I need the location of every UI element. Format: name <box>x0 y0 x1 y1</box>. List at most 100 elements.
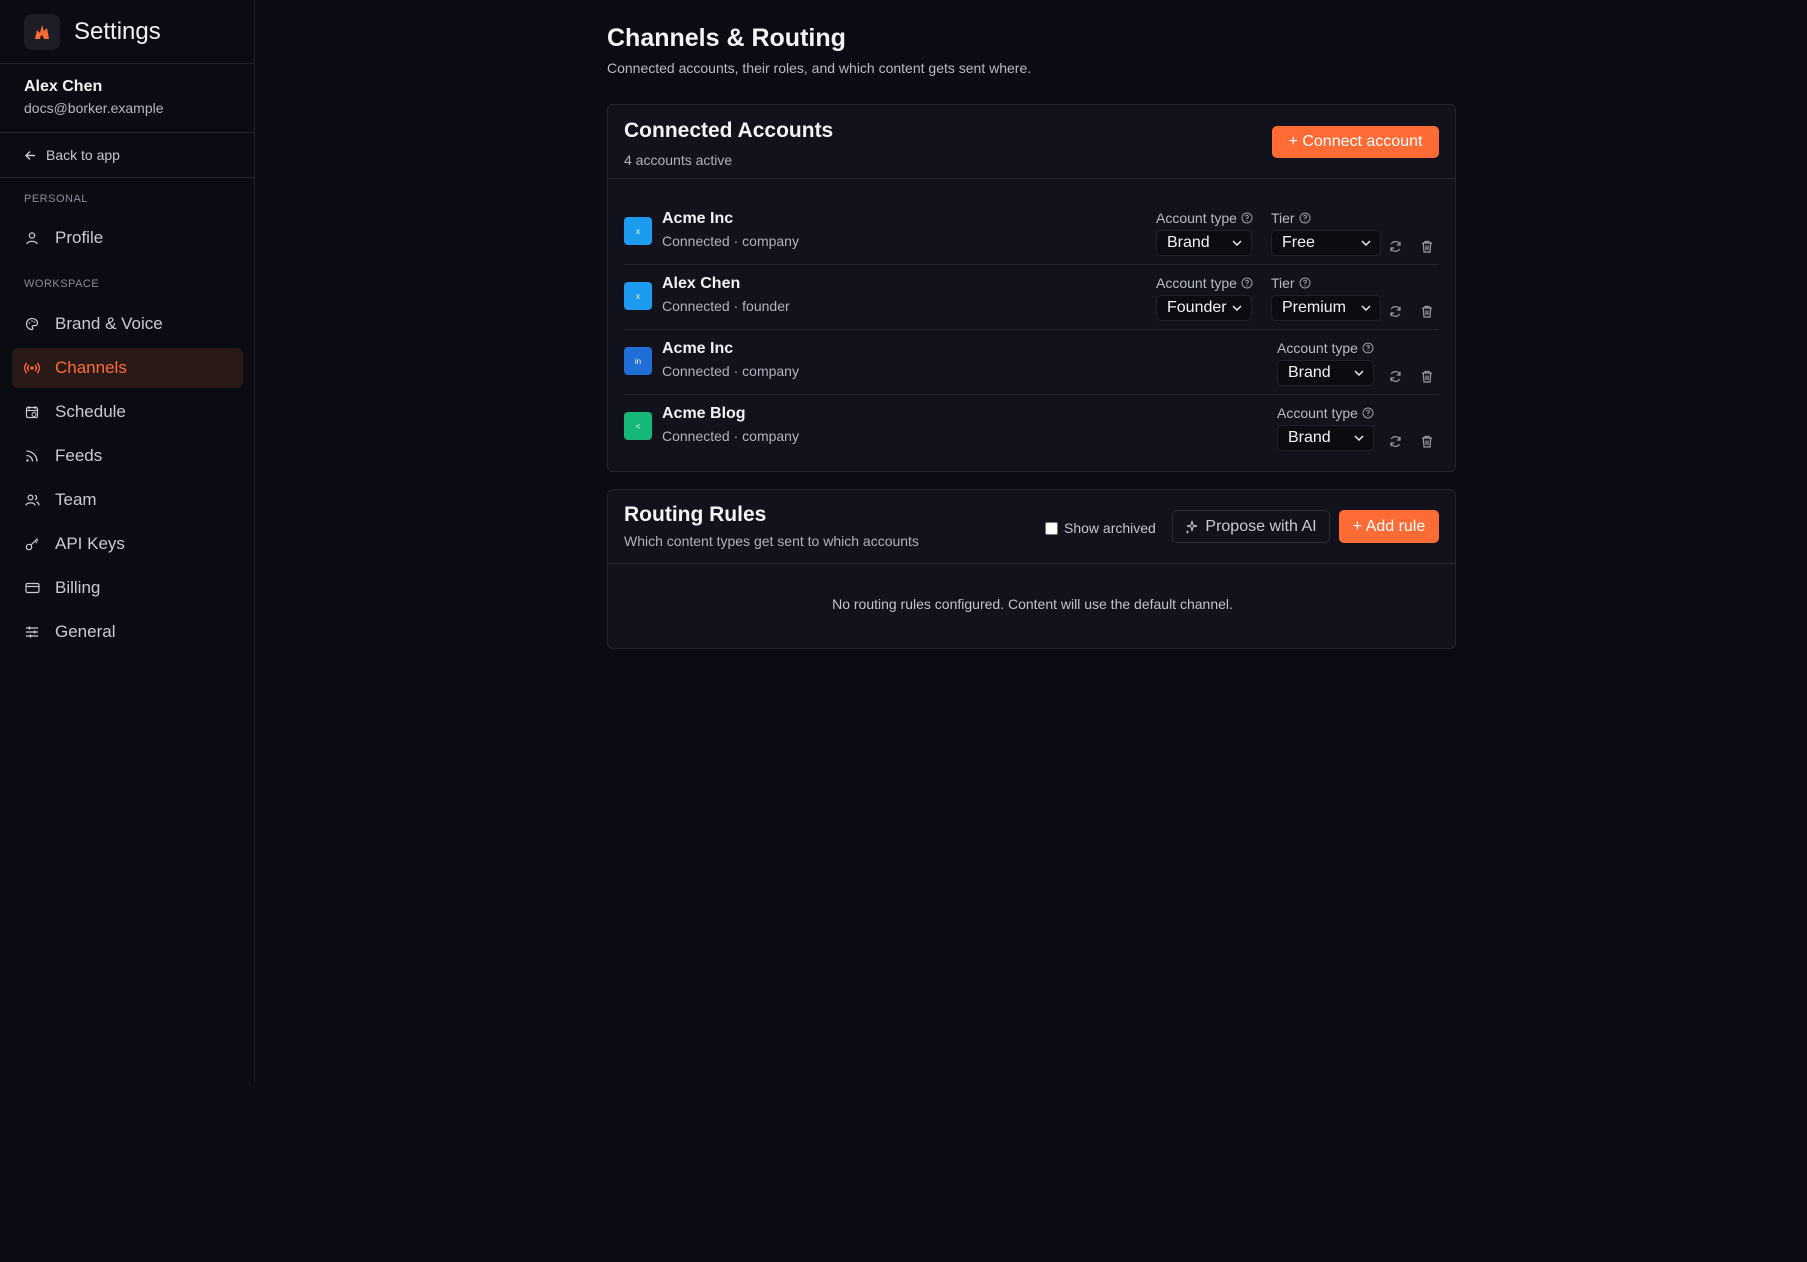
sidebar-item-feeds[interactable]: Feeds <box>12 436 243 476</box>
page-title: Channels & Routing <box>607 24 846 52</box>
chevron-down-icon <box>1354 435 1364 441</box>
user-name: Alex Chen <box>24 78 103 95</box>
account-status: Connected · company <box>662 428 799 444</box>
sliders-icon <box>24 624 40 640</box>
user-icon <box>24 230 40 246</box>
page-subtitle: Connected accounts, their roles, and whi… <box>607 60 1032 76</box>
account-type-label: Account type <box>1277 340 1374 356</box>
account-type-select[interactable]: Founder <box>1156 295 1252 321</box>
palette-icon <box>24 316 40 332</box>
user-info: Alex Chen docs@borker.example <box>0 64 254 133</box>
sidebar-item-billing[interactable]: Billing <box>12 568 243 608</box>
tier-label-text: Tier <box>1271 275 1295 291</box>
tier-value: Free <box>1282 234 1315 251</box>
sidebar-item-api-keys[interactable]: API Keys <box>12 524 243 564</box>
connected-accounts-title: Connected Accounts <box>624 119 834 142</box>
back-to-app-link[interactable]: Back to app <box>0 133 254 178</box>
account-name: Acme Inc <box>662 340 734 357</box>
trash-icon[interactable] <box>1419 368 1435 384</box>
sidebar-item-label: Brand & Voice <box>55 314 163 333</box>
trash-icon[interactable] <box>1419 433 1435 449</box>
tier-label: Tier <box>1271 210 1311 226</box>
credit-card-icon <box>24 580 40 596</box>
calendar-clock-icon <box>24 404 40 420</box>
account-type-label: Account type <box>1277 405 1374 421</box>
account-type-label-text: Account type <box>1277 340 1358 356</box>
arrow-left-icon <box>25 150 35 160</box>
routing-rules-header: Routing Rules Which content types get se… <box>608 490 1455 564</box>
account-type-label: Account type <box>1156 210 1253 226</box>
sidebar-item-profile[interactable]: Profile <box>12 218 243 258</box>
routing-rules-card: Routing Rules Which content types get se… <box>607 489 1456 649</box>
section-workspace-label: WORKSPACE <box>24 278 100 290</box>
tier-value: Premium <box>1282 299 1347 316</box>
x-icon: x <box>624 217 652 245</box>
account-row: in Acme Inc Connected · company Account … <box>624 330 1439 395</box>
propose-with-ai-button[interactable]: Propose with AI <box>1172 510 1330 543</box>
connect-account-button[interactable]: + Connect account <box>1272 126 1439 158</box>
help-circle-icon[interactable] <box>1299 277 1311 289</box>
tier-label-text: Tier <box>1271 210 1295 226</box>
connected-accounts-count: 4 accounts active <box>624 152 733 168</box>
account-name: Acme Inc <box>662 210 734 227</box>
show-archived-label: Show archived <box>1064 520 1156 536</box>
sidebar-item-label: Profile <box>55 228 104 247</box>
refresh-icon[interactable] <box>1387 368 1403 384</box>
sidebar-item-label: Team <box>55 490 97 509</box>
sparkles-icon <box>1185 520 1198 534</box>
x-icon: x <box>624 282 652 310</box>
sidebar-item-channels[interactable]: Channels <box>12 348 243 388</box>
refresh-icon[interactable] <box>1387 303 1403 319</box>
account-type-value: Brand <box>1167 234 1210 251</box>
show-archived-checkbox[interactable] <box>1045 521 1058 535</box>
show-archived-toggle[interactable]: Show archived <box>1045 520 1156 536</box>
account-type-label-text: Account type <box>1156 275 1237 291</box>
users-icon <box>24 492 40 508</box>
tier-select[interactable]: Free <box>1271 230 1381 256</box>
account-status: Connected · company <box>662 233 799 249</box>
account-type-value: Brand <box>1288 429 1331 446</box>
account-type-label: Account type <box>1156 275 1253 291</box>
account-type-select[interactable]: Brand <box>1156 230 1252 256</box>
back-to-app-label: Back to app <box>46 147 120 163</box>
sidebar-item-schedule[interactable]: Schedule <box>12 392 243 432</box>
account-status: Connected · founder <box>662 298 790 314</box>
account-type-label-text: Account type <box>1277 405 1358 421</box>
add-rule-button[interactable]: + Add rule <box>1339 510 1439 543</box>
help-circle-icon[interactable] <box>1362 407 1374 419</box>
sidebar-item-brand-voice[interactable]: Brand & Voice <box>12 304 243 344</box>
user-email: docs@borker.example <box>24 100 164 116</box>
refresh-icon[interactable] <box>1387 238 1403 254</box>
chevron-down-icon <box>1232 305 1242 311</box>
tier-select[interactable]: Premium <box>1271 295 1381 321</box>
sidebar-item-team[interactable]: Team <box>12 480 243 520</box>
chevron-down-icon <box>1361 240 1371 246</box>
sidebar-item-general[interactable]: General <box>12 612 243 652</box>
account-row: < Acme Blog Connected · company Account … <box>624 395 1439 460</box>
help-circle-icon[interactable] <box>1299 212 1311 224</box>
sidebar-item-label: Schedule <box>55 402 126 421</box>
trash-icon[interactable] <box>1419 303 1435 319</box>
account-type-select[interactable]: Brand <box>1277 425 1374 451</box>
help-circle-icon[interactable] <box>1362 342 1374 354</box>
refresh-icon[interactable] <box>1387 433 1403 449</box>
broadcast-icon <box>24 360 40 376</box>
key-icon <box>24 536 40 552</box>
blog-icon: < <box>624 412 652 440</box>
account-name: Acme Blog <box>662 405 746 422</box>
app-logo-icon <box>24 13 60 50</box>
routing-rules-title: Routing Rules <box>624 503 767 526</box>
help-circle-icon[interactable] <box>1241 277 1253 289</box>
account-type-select[interactable]: Brand <box>1277 360 1374 386</box>
account-type-value: Brand <box>1288 364 1331 381</box>
propose-with-ai-label: Propose with AI <box>1205 517 1317 535</box>
account-name: Alex Chen <box>662 275 741 292</box>
linkedin-icon: in <box>624 347 652 375</box>
trash-icon[interactable] <box>1419 238 1435 254</box>
routing-rules-subtitle: Which content types get sent to which ac… <box>624 533 919 549</box>
routing-rules-empty-state: No routing rules configured. Content wil… <box>832 596 1233 612</box>
help-circle-icon[interactable] <box>1241 212 1253 224</box>
sidebar-item-label: Billing <box>55 578 101 597</box>
connected-accounts-card: Connected Accounts 4 accounts active + C… <box>607 104 1456 472</box>
account-type-value: Founder <box>1167 299 1227 316</box>
